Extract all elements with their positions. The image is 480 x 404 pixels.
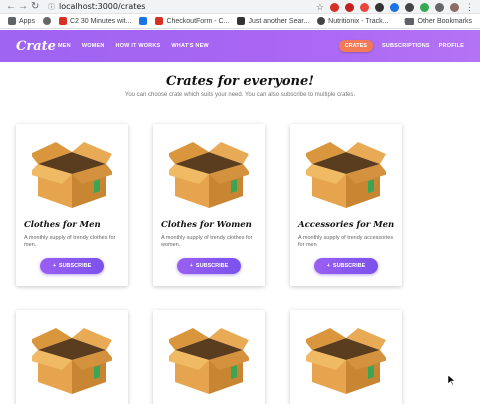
- bookmark-item[interactable]: Nutritionix - Track...: [317, 17, 388, 25]
- browser-toolbar: ← → ↻ ⓘ localhost:3000/crates ☆ ⋮: [0, 0, 480, 14]
- bookmark-label: Nutritionix - Track...: [328, 17, 389, 25]
- bookmark-favicon: [317, 17, 326, 25]
- subscribe-button[interactable]: + SUBSCRIBE: [314, 258, 378, 274]
- crate-box-icon: [169, 142, 249, 208]
- app-navbar: Crate MEN WOMEN HOW IT WORKS WHAT'S NEW …: [0, 30, 480, 62]
- url-text: localhost:3000/crates: [59, 2, 146, 11]
- bookmark-favicon: [139, 17, 148, 25]
- bookmarks-bar: Apps C2 30 Minutes wit... CheckoutForm -…: [0, 14, 480, 29]
- crate-box-icon: [306, 328, 386, 394]
- brand-logo[interactable]: Crate: [16, 39, 56, 54]
- crate-card: Clothes for Men A monthly supply of tren…: [16, 124, 128, 286]
- bookmark-label: Apps: [19, 17, 35, 25]
- extensions-row: ☆ ⋮: [316, 1, 474, 13]
- puzzle-icon[interactable]: [435, 2, 444, 12]
- other-bookmarks[interactable]: Other Bookmarks: [404, 14, 472, 29]
- plus-icon: +: [326, 263, 330, 269]
- nav-link-profile[interactable]: PROFILE: [439, 43, 464, 49]
- info-icon: ⓘ: [48, 3, 55, 11]
- subscribe-label: SUBSCRIBE: [195, 263, 229, 269]
- bookmark-item[interactable]: CheckoutForm - C...: [155, 17, 229, 25]
- plus-icon: +: [189, 263, 193, 269]
- menu-icon[interactable]: ⋮: [465, 2, 474, 13]
- nav-link-how-it-works[interactable]: HOW IT WORKS: [116, 43, 161, 49]
- bookmark-favicon: [155, 17, 164, 25]
- other-bookmarks-label: Other Bookmarks: [417, 18, 472, 25]
- crate-card: Clothes for Women A monthly supply of tr…: [153, 124, 265, 286]
- extension-icon[interactable]: [360, 2, 369, 12]
- bookmark-favicon: [237, 17, 246, 25]
- secondary-nav: CRATES SUBSCRIPTIONS PROFILE: [338, 30, 464, 62]
- avatar[interactable]: [450, 2, 459, 12]
- bookmark-item[interactable]: C2 30 Minutes wit...: [58, 17, 132, 25]
- crate-box-icon: [306, 142, 386, 208]
- bookmark-item[interactable]: [42, 17, 51, 25]
- apps-grid-icon: [8, 17, 16, 25]
- bookmark-favicon: [42, 17, 51, 25]
- card-description: A monthly supply of trendy accessories f…: [298, 235, 394, 248]
- crate-box-icon: [32, 142, 112, 208]
- bookmark-label: CheckoutForm - C...: [166, 17, 230, 25]
- bookmark-label: Just another Sear...: [248, 17, 310, 25]
- subscribe-label: SUBSCRIBE: [58, 263, 92, 269]
- bookmark-label: C2 30 Minutes wit...: [69, 17, 132, 25]
- crate-card: Accessories for Men A monthly supply of …: [290, 124, 402, 286]
- subscribe-button[interactable]: + SUBSCRIBE: [40, 258, 104, 274]
- extension-icon[interactable]: [420, 2, 429, 12]
- crate-card: [16, 310, 128, 404]
- nav-link-men[interactable]: MEN: [58, 43, 71, 49]
- bookmark-apps[interactable]: Apps: [8, 17, 35, 25]
- extension-icon[interactable]: [330, 2, 339, 12]
- page-title: Crates for everyone!: [166, 74, 314, 89]
- subscribe-label: SUBSCRIBE: [332, 263, 366, 269]
- bookmark-item[interactable]: Just another Sear...: [237, 17, 309, 25]
- page-subtitle: You can choose crate which suits your ne…: [124, 92, 356, 98]
- star-icon[interactable]: ☆: [316, 2, 324, 13]
- forward-icon[interactable]: →: [18, 1, 28, 13]
- card-description: A monthly supply of trendy clothes for w…: [161, 235, 253, 248]
- nav-link-subscriptions[interactable]: SUBSCRIPTIONS: [382, 43, 430, 49]
- address-bar[interactable]: ⓘ localhost:3000/crates: [48, 1, 308, 13]
- nav-link-crates[interactable]: CRATES: [338, 40, 373, 52]
- card-description: A monthly supply of trendy clothes for m…: [24, 235, 116, 248]
- primary-nav: MEN WOMEN HOW IT WORKS WHAT'S NEW: [58, 30, 209, 62]
- folder-icon: [404, 18, 414, 25]
- reload-icon[interactable]: ↻: [31, 1, 39, 13]
- extension-icon[interactable]: [345, 2, 354, 12]
- bookmark-item[interactable]: [139, 17, 148, 25]
- crate-box-icon: [32, 328, 112, 394]
- subscribe-button[interactable]: + SUBSCRIBE: [177, 258, 241, 274]
- card-title: Clothes for Men: [24, 220, 101, 230]
- nav-link-whats-new[interactable]: WHAT'S NEW: [171, 43, 208, 49]
- card-title: Clothes for Women: [161, 220, 252, 230]
- extension-icon[interactable]: [390, 2, 399, 12]
- mouse-cursor-icon: [448, 375, 456, 385]
- crate-card: [290, 310, 402, 404]
- back-icon[interactable]: ←: [6, 1, 16, 13]
- crate-card: [153, 310, 265, 404]
- nav-link-women[interactable]: WOMEN: [82, 43, 105, 49]
- crate-box-icon: [169, 328, 249, 394]
- card-title: Accessories for Men: [298, 220, 395, 230]
- bookmark-favicon: [58, 17, 67, 25]
- extension-icon[interactable]: [375, 2, 384, 12]
- extension-icon[interactable]: [405, 2, 414, 12]
- plus-icon: +: [52, 263, 56, 269]
